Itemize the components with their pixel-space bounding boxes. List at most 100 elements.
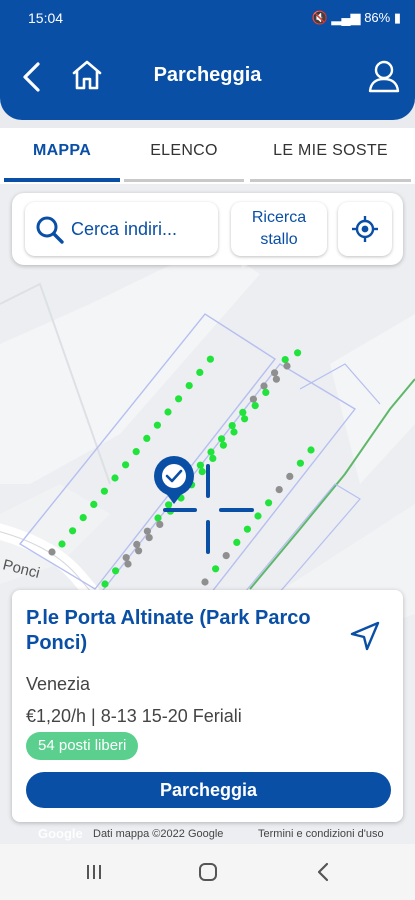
occupied-spot-dot xyxy=(222,552,230,560)
park-button[interactable]: Parcheggia xyxy=(26,772,391,808)
parking-marker-icon[interactable] xyxy=(154,456,194,504)
free-spot-dot xyxy=(307,446,315,454)
tab-indicator xyxy=(4,178,120,182)
tab-mappa[interactable]: MAPPA xyxy=(0,128,124,184)
navigate-icon[interactable] xyxy=(349,620,381,652)
tab-label: LE MIE SOSTE xyxy=(273,142,388,159)
tab-indicator xyxy=(250,179,411,182)
free-spot-dot xyxy=(228,422,236,430)
back-button-icon[interactable] xyxy=(312,860,336,884)
free-spot-dot xyxy=(209,454,217,462)
parking-rate: €1,20/h | 8-13 15-20 Feriali xyxy=(26,706,242,726)
occupied-spot-dot xyxy=(156,520,164,528)
occupied-spot-dot xyxy=(260,382,268,390)
tab-label: ELENCO xyxy=(150,142,218,159)
free-spot-dot xyxy=(122,461,130,469)
free-spot-dot xyxy=(100,487,108,495)
occupied-spot-dot xyxy=(272,375,280,383)
free-spot-dot xyxy=(233,538,241,546)
free-spot-dot xyxy=(207,448,215,456)
free-spot-dot xyxy=(254,512,262,520)
locate-me-button[interactable] xyxy=(338,202,392,256)
occupied-spot-dot xyxy=(283,362,291,370)
free-spot-dot xyxy=(69,527,77,535)
user-icon[interactable] xyxy=(367,58,401,94)
free-spot-dot xyxy=(132,448,140,456)
free-spot-dot xyxy=(153,421,161,429)
terms-link[interactable]: Termini e condizioni d'uso xyxy=(258,828,384,840)
free-spot-dot xyxy=(230,428,238,436)
free-spot-dot xyxy=(101,580,109,588)
system-nav-bar xyxy=(0,844,415,900)
stall-search-label: Ricerca xyxy=(251,209,307,226)
free-spot-dot xyxy=(164,408,172,416)
free-spot-dot xyxy=(111,474,119,482)
free-spot-dot xyxy=(165,501,173,509)
free-spot-dot xyxy=(175,395,183,403)
parking-info-card[interactable]: P.le Porta Altinate (Park Parco Ponci) V… xyxy=(12,590,403,822)
search-placeholder: Cerca indiri... xyxy=(71,219,178,239)
free-spot-dot xyxy=(296,459,304,467)
parking-city: Venezia xyxy=(26,674,91,694)
free-spot-dot xyxy=(206,355,214,363)
occupied-spot-dot xyxy=(145,534,153,542)
free-spot-dot xyxy=(281,356,289,364)
view-tabs: MAPPA ELENCO LE MIE SOSTE xyxy=(0,128,415,184)
free-spot-dot xyxy=(112,567,120,575)
stall-search-button[interactable]: Ricerca stallo xyxy=(231,202,327,256)
home-button-icon[interactable] xyxy=(196,860,220,884)
tab-elenco[interactable]: ELENCO xyxy=(120,128,248,184)
mute-icon: 🔇 xyxy=(311,10,328,25)
free-spot-dot xyxy=(58,540,66,548)
battery-icon: ▮ xyxy=(393,10,401,25)
status-icons: 🔇 ▂▄▆ 86% ▮ xyxy=(312,10,401,26)
occupied-spot-dot xyxy=(201,578,209,586)
address-search-input[interactable]: Cerca indiri... xyxy=(25,202,218,256)
free-spot-dot xyxy=(143,434,151,442)
free-spot-dot xyxy=(294,349,302,357)
free-spot-dot xyxy=(90,500,98,508)
tab-le-mie-soste[interactable]: LE MIE SOSTE xyxy=(246,128,415,184)
signal-icon: ▂▄▆ xyxy=(331,10,361,25)
occupied-spot-dot xyxy=(249,395,257,403)
free-spot-dot xyxy=(265,499,273,507)
free-spot-dot xyxy=(239,408,247,416)
occupied-spot-dot xyxy=(135,547,143,555)
occupied-spot-dot xyxy=(48,548,56,556)
free-spot-dot xyxy=(243,525,251,533)
free-spot-dot xyxy=(251,402,259,410)
free-spot-dot xyxy=(241,415,249,423)
occupied-spot-dot xyxy=(143,527,151,535)
tab-indicator xyxy=(124,179,244,182)
free-spots-badge: 54 posti liberi xyxy=(26,732,139,760)
page-title: Parcheggia xyxy=(153,64,262,86)
free-spot-dot xyxy=(262,388,270,396)
free-spot-dot xyxy=(154,514,162,522)
google-logo: Google xyxy=(38,826,83,841)
occupied-spot-dot xyxy=(133,540,141,548)
free-spot-dot xyxy=(79,514,87,522)
status-bar: 15:04 🔇 ▂▄▆ 86% ▮ xyxy=(0,0,415,36)
free-spot-dot xyxy=(218,435,226,443)
occupied-spot-dot xyxy=(122,554,130,562)
search-icon xyxy=(36,216,64,244)
stall-search-label: stallo xyxy=(260,231,298,248)
tab-label: MAPPA xyxy=(32,142,92,159)
free-spot-dot xyxy=(196,368,204,376)
free-spot-dot xyxy=(212,565,220,573)
recent-apps-icon[interactable] xyxy=(82,860,106,884)
map-data-credit[interactable]: Dati mappa ©2022 Google xyxy=(93,828,223,840)
status-time: 15:04 xyxy=(28,10,64,26)
parking-name: P.le Porta Altinate (Park Parco Ponci) xyxy=(26,607,311,654)
gps-target-icon xyxy=(352,216,378,242)
app-header: Parcheggia xyxy=(0,36,415,120)
free-spot-dot xyxy=(196,461,204,469)
search-bar: Cerca indiri... Ricerca stallo xyxy=(12,193,403,265)
occupied-spot-dot xyxy=(124,560,132,568)
map-attribution: Google Dati mappa ©2022 Google Termini e… xyxy=(0,826,415,844)
free-spot-dot xyxy=(198,468,206,476)
free-spot-dot xyxy=(219,441,227,449)
battery-level: 86% xyxy=(364,10,391,25)
occupied-spot-dot xyxy=(275,486,283,494)
free-spot-dot xyxy=(185,382,193,390)
